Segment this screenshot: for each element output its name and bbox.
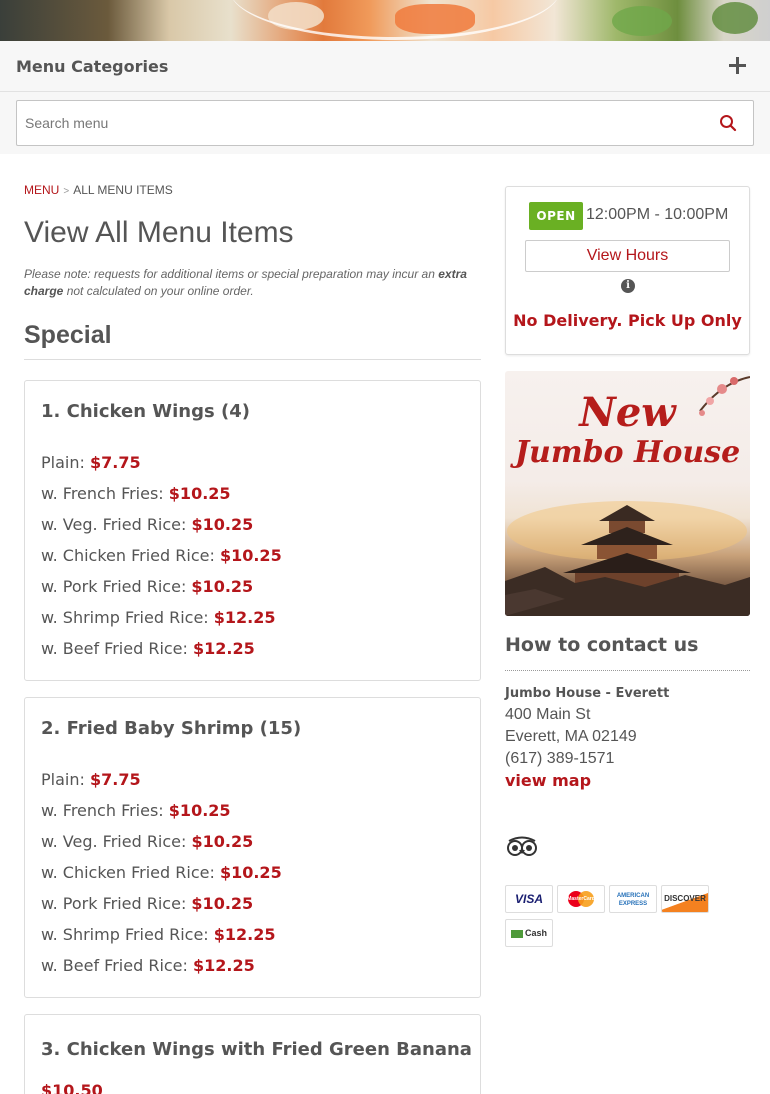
price-line: w. Pork Fried Rice: $10.25 [41, 894, 253, 913]
price-label: w. Shrimp Fried Rice: [41, 608, 209, 627]
breadcrumb-menu-link[interactable]: MENU [24, 183, 59, 197]
price-value: $12.25 [213, 925, 276, 944]
price-label: w. Beef Fried Rice: [41, 956, 188, 975]
price-label: w. Shrimp Fried Rice: [41, 925, 209, 944]
breadcrumb-separator: > [63, 186, 70, 197]
price-line: w. Pork Fried Rice: $10.25 [41, 577, 253, 596]
mastercard-label: MasterCard [567, 896, 595, 902]
price-line: w. Beef Fried Rice: $12.25 [41, 639, 255, 658]
price-line: w. Veg. Fried Rice: $10.25 [41, 832, 253, 851]
note-text-end: not calculated on your online order. [66, 284, 254, 298]
price-value: $10.25 [191, 832, 254, 851]
price-line: w. Beef Fried Rice: $12.25 [41, 956, 255, 975]
section-title: Special [24, 321, 112, 349]
menu-categories-title: Menu Categories [16, 57, 169, 76]
search-input[interactable] [25, 101, 685, 145]
business-name: Jumbo House - Everett [505, 686, 670, 701]
search-box [16, 100, 754, 146]
price-value: $12.25 [213, 608, 276, 627]
price-line: Plain: $7.75 [41, 453, 141, 472]
price-line: w. Shrimp Fried Rice: $12.25 [41, 608, 276, 627]
amex-icon: AMERICAN EXPRESS [609, 885, 657, 913]
search-bar [0, 92, 770, 154]
street-address: 400 Main St [505, 706, 591, 723]
phone-number[interactable]: (617) 389-1571 [505, 750, 614, 768]
price-line: w. French Fries: $10.25 [41, 801, 231, 820]
menu-item-name[interactable]: 2. Fried Baby Shrimp (15) [41, 718, 301, 739]
promo-title-name: Jumbo House [514, 435, 741, 470]
hero-food-image [0, 0, 770, 41]
menu-item-card[interactable]: 1. Chicken Wings (4) Plain: $7.75 w. Fre… [24, 380, 481, 681]
price-label: w. Veg. Fried Rice: [41, 515, 187, 534]
info-icon[interactable]: i [621, 279, 635, 293]
price-label: Plain: [41, 453, 85, 472]
menu-item-name[interactable]: 1. Chicken Wings (4) [41, 401, 250, 422]
contact-title: How to contact us [505, 634, 699, 656]
delivery-notice: No Delivery. Pick Up Only [513, 311, 742, 330]
price-label: Plain: [41, 770, 85, 789]
price-value: $7.75 [89, 453, 141, 472]
price-label: w. French Fries: [41, 801, 164, 820]
price-value: $10.50 [41, 1081, 103, 1094]
contact-divider [505, 670, 750, 671]
price-label: w. Pork Fried Rice: [41, 577, 187, 596]
city-address: Everett, MA 02149 [505, 728, 637, 745]
price-label: w. Beef Fried Rice: [41, 639, 188, 658]
cash-label: Cash [524, 928, 547, 938]
price-label: w. Pork Fried Rice: [41, 894, 187, 913]
price-value: $10.25 [191, 577, 254, 596]
tripadvisor-icon[interactable] [505, 834, 539, 858]
view-hours-button[interactable]: View Hours [525, 240, 730, 272]
price-value: $10.25 [219, 546, 282, 565]
search-icon[interactable] [719, 114, 737, 132]
price-value: $12.25 [193, 639, 255, 658]
price-value: $10.25 [168, 801, 231, 820]
price-line: w. French Fries: $10.25 [41, 484, 231, 503]
menu-categories-toggle[interactable]: Menu Categories [0, 41, 770, 92]
price-value: $10.25 [191, 515, 254, 534]
discover-icon: DISCOVER [661, 885, 709, 913]
breadcrumb-current: ALL MENU ITEMS [73, 183, 173, 197]
hours-range: 12:00PM - 10:00PM [586, 206, 729, 223]
view-map-link[interactable]: view map [505, 771, 591, 790]
price-label: w. Chicken Fried Rice: [41, 546, 215, 565]
price-value: $7.75 [89, 770, 141, 789]
page-title: View All Menu Items [24, 216, 294, 249]
hours-card: OPEN 12:00PM - 10:00PM View Hours i No D… [505, 186, 750, 355]
price-label: w. Veg. Fried Rice: [41, 832, 187, 851]
promo-title-new: New [579, 389, 676, 436]
note-text: Please note: requests for additional ite… [24, 267, 435, 281]
plus-icon[interactable] [726, 53, 750, 77]
price-line: w. Chicken Fried Rice: $10.25 [41, 863, 282, 882]
price-label: w. Chicken Fried Rice: [41, 863, 215, 882]
menu-item-name[interactable]: 3. Chicken Wings with Fried Green Banana [41, 1039, 472, 1060]
pagoda-graphic [505, 501, 750, 616]
cash-icon: Cash [505, 919, 553, 947]
price-line: w. Veg. Fried Rice: $10.25 [41, 515, 253, 534]
price-value: $12.25 [193, 956, 255, 975]
menu-item-card[interactable]: 2. Fried Baby Shrimp (15) Plain: $7.75 w… [24, 697, 481, 998]
extra-charge-note: Please note: requests for additional ite… [24, 266, 482, 300]
price-line: w. Shrimp Fried Rice: $12.25 [41, 925, 276, 944]
price-line: Plain: $7.75 [41, 770, 141, 789]
open-status-badge: OPEN [529, 202, 583, 230]
price-label: w. French Fries: [41, 484, 164, 503]
mastercard-icon: MasterCard [557, 885, 605, 913]
price-value: $10.25 [168, 484, 231, 503]
price-line: w. Chicken Fried Rice: $10.25 [41, 546, 282, 565]
menu-item-card[interactable]: 3. Chicken Wings with Fried Green Banana… [24, 1014, 481, 1094]
promo-image: New Jumbo House [505, 371, 750, 616]
section-divider [24, 359, 481, 360]
price-value: $10.25 [219, 863, 282, 882]
price-value: $10.25 [191, 894, 254, 913]
breadcrumb: MENU > ALL MENU ITEMS [24, 183, 173, 197]
visa-icon: VISA [505, 885, 553, 913]
